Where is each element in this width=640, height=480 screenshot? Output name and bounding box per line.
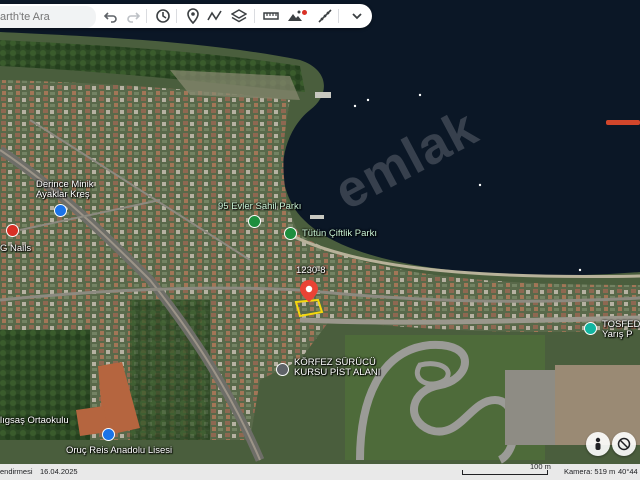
divider [146, 9, 147, 23]
ruler-icon [263, 12, 279, 20]
label-parcel: 1230-8 [296, 265, 326, 276]
more-options-button[interactable] [348, 7, 366, 25]
compass-icon [617, 437, 631, 451]
driving-school-poi-icon[interactable] [276, 363, 289, 376]
person-icon [595, 437, 601, 450]
park-poi-icon-2[interactable] [284, 227, 297, 240]
camera-altitude: Kamera: 519 m [564, 467, 616, 476]
path-icon [207, 10, 222, 21]
label-evler-sahil-parki[interactable]: 95 Evler Sahil Parkı [218, 202, 301, 212]
divider [254, 9, 255, 23]
placemark-icon [187, 8, 199, 24]
school-poi-icon-2[interactable] [102, 428, 115, 441]
image-overlay-button[interactable] [286, 7, 304, 25]
measure-icon [318, 9, 332, 23]
chevron-down-icon [352, 13, 362, 20]
label-ortaokulu[interactable]: lıgsaş Ortaokulu [0, 416, 69, 426]
layers-button[interactable] [230, 7, 248, 25]
label-g-nails[interactable]: G Nails [0, 244, 31, 254]
status-left-text: endirmesi [0, 467, 33, 476]
undo-icon [103, 12, 117, 23]
image-overlay-icon [288, 10, 302, 21]
search-input[interactable] [0, 6, 96, 28]
history-button[interactable] [154, 7, 172, 25]
divider [338, 9, 339, 23]
park-poi-icon[interactable] [248, 215, 261, 228]
label-tosfed-line2[interactable]: Yarış P [602, 330, 632, 340]
scale-bar [462, 470, 548, 475]
toolbar [0, 4, 372, 28]
coordinates: 40°44 [618, 467, 638, 476]
street-view-button[interactable] [586, 432, 610, 456]
location-pin-icon[interactable] [300, 280, 318, 302]
label-anadolu-lisesi[interactable]: Oruç Reis Anadolu Lisesi [66, 446, 172, 456]
history-icon [156, 9, 170, 23]
label-derince-line2[interactable]: Ayaklar Kreş [36, 190, 90, 200]
tilt-button[interactable] [612, 432, 636, 456]
layers-icon [231, 9, 247, 23]
racetrack-poi-icon[interactable] [584, 322, 597, 335]
label-tutun-ciftlik-parki[interactable]: Tütün Çiftlik Parkı [302, 229, 377, 239]
shop-poi-icon[interactable] [6, 224, 19, 237]
path-button[interactable] [206, 7, 224, 25]
ruler-button[interactable] [262, 7, 280, 25]
measure-button[interactable] [316, 7, 334, 25]
imagery-date: 16.04.2025 [40, 467, 78, 476]
label-korfez-line2[interactable]: KURSU PİST ALANI [294, 368, 380, 378]
notification-dot [302, 10, 307, 15]
placemark-button[interactable] [184, 7, 202, 25]
redo-icon [127, 12, 141, 23]
undo-button[interactable] [102, 7, 120, 25]
satellite-map[interactable] [0, 0, 640, 480]
redo-button[interactable] [124, 7, 142, 25]
divider [176, 9, 177, 23]
school-poi-icon[interactable] [54, 204, 67, 217]
